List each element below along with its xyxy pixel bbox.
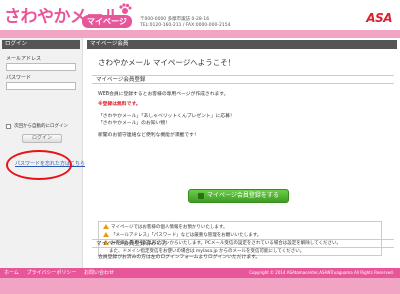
register-intro-text: WEB会員に登録するとお客様の専用ページが作成されます。 bbox=[98, 92, 229, 97]
benefit-text-1: 「さわやかメール」「あしゃべリットくんプレゼント」に応募！ bbox=[98, 114, 235, 119]
site-header: さわやかメール マイページ 〒000-0000 多摩市諏訪 0-28-16 TE… bbox=[0, 0, 400, 30]
remember-label: 次回から自動的にログイン bbox=[14, 124, 68, 129]
notice-text: マイページではお客様の個人情報をお預かりいたします。 bbox=[111, 225, 228, 230]
email-field[interactable] bbox=[6, 63, 76, 71]
site-footer: ホーム プライバシーポリシー お問い合わせ Copyright © 2014 A… bbox=[0, 268, 400, 278]
remember-checkbox[interactable] bbox=[6, 124, 11, 129]
paw-icon bbox=[119, 3, 132, 14]
copyright: Copyright © 2014 ASAtomacenter,ASANTruag… bbox=[249, 270, 394, 275]
page-title: マイページ会員 bbox=[87, 40, 397, 49]
brand-logo: ASA bbox=[366, 11, 392, 25]
benefit-text-2: 「さわやかメール」のお知い物！ bbox=[98, 121, 170, 126]
footer-band bbox=[0, 278, 400, 294]
highlight-circle bbox=[6, 150, 72, 180]
notice-item: マイページではお客様の個人情報をお預かりいたします。 bbox=[103, 224, 227, 230]
footer-link-privacy[interactable]: プライバシーポリシー bbox=[26, 270, 76, 276]
header-divider bbox=[0, 30, 400, 38]
main-content: マイページ会員 さわやかメール マイページへようこそ！ マイページ会員登録 WE… bbox=[84, 38, 400, 268]
contact-line: TEL:0120-160-211 / FAX:0000-000-2154 bbox=[140, 23, 231, 28]
warning-icon bbox=[103, 232, 109, 237]
benefit-text-3: 新聞のお留守連絡など便利な機能が満載です！ bbox=[98, 133, 199, 138]
free-registration-notice: ※登録は無料です。 bbox=[98, 102, 141, 107]
login-heading: ログイン bbox=[2, 40, 80, 49]
warning-icon bbox=[103, 224, 109, 229]
user-icon bbox=[198, 192, 205, 199]
notice-text: 「メールアドレス」「パスワード」などは厳重な管理をお願いいたします。 bbox=[111, 233, 262, 238]
password-label: パスワード bbox=[6, 75, 32, 81]
section-registered-heading: マイページ会員登録済みの方 bbox=[92, 239, 394, 248]
password-field[interactable] bbox=[6, 82, 76, 90]
welcome-message: さわやかメール マイページへようこそ！ bbox=[98, 58, 236, 67]
registered-text: 会員登録がお済みの方は左のログインフォームよりログインいただけます。 bbox=[98, 255, 261, 260]
register-button[interactable]: マイページ会員登録をする bbox=[188, 189, 289, 203]
notice-item: 「メールアドレス」「パスワード」などは厳重な管理をお願いいたします。 bbox=[103, 232, 261, 238]
register-button-label: マイページ会員登録をする bbox=[207, 192, 279, 199]
site-logo-subtitle: マイページ bbox=[82, 15, 132, 28]
footer-link-contact[interactable]: お問い合わせ bbox=[84, 270, 114, 276]
email-label: メールアドレス bbox=[6, 56, 42, 62]
footer-nav: ホーム プライバシーポリシー お問い合わせ bbox=[4, 269, 120, 276]
login-button[interactable]: ログイン bbox=[22, 134, 62, 143]
login-sidebar: ログイン メールアドレス パスワード 次回から自動的にログイン ログイン パスワ… bbox=[0, 38, 85, 268]
footer-link-home[interactable]: ホーム bbox=[4, 270, 19, 276]
section-register-heading: マイページ会員登録 bbox=[92, 75, 394, 84]
